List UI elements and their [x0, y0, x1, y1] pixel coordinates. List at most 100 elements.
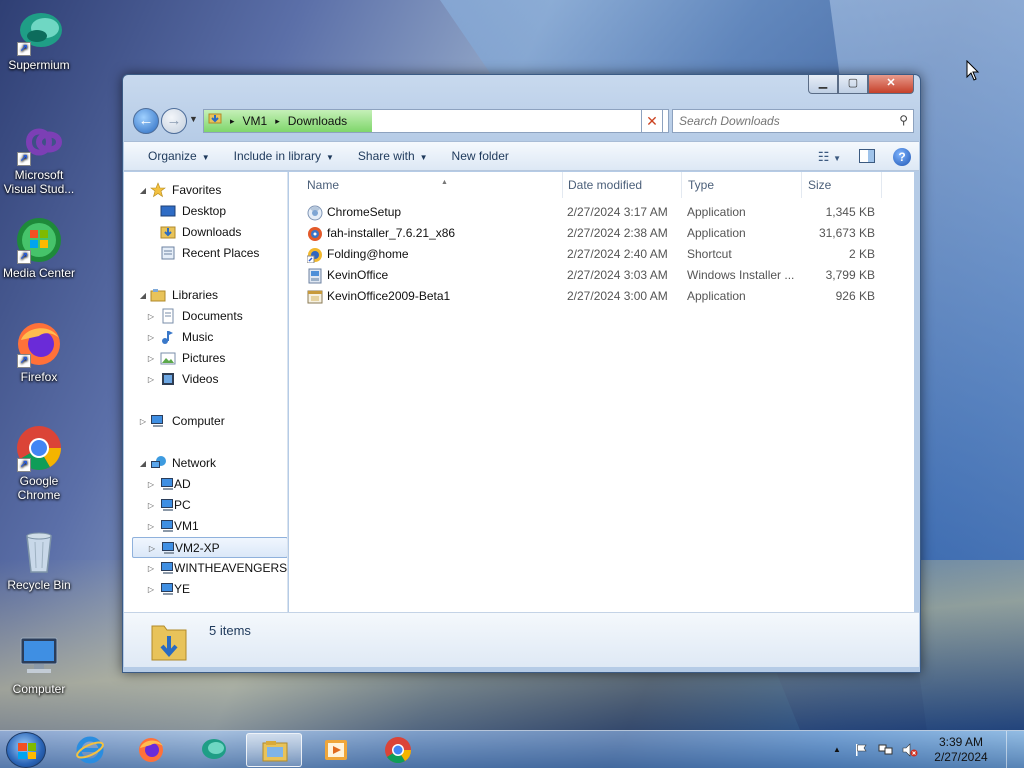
pictures-icon [160, 350, 176, 366]
system-tray: ▲ 3:39 AM 2/27/2024 [830, 731, 1018, 768]
desktop-icon-label: Media Center [2, 266, 76, 280]
taskbar-supermium[interactable] [185, 733, 241, 767]
breadcrumb-downloads[interactable]: Downloads [288, 110, 347, 132]
computer-icon [150, 413, 166, 429]
file-size: 926 KB [835, 289, 875, 303]
close-button[interactable]: ✕ [868, 75, 914, 94]
desktop-icon-computer[interactable]: Computer [1, 632, 77, 696]
file-date: 2/27/2024 3:00 AM [567, 289, 668, 303]
visual-studio-icon: ↗ [15, 118, 63, 166]
nav-network[interactable]: ◢ Network [124, 453, 287, 474]
nav-item-vm2-xp[interactable]: ▷ VM2-XP [132, 537, 287, 558]
chevron-down-icon: ▼ [419, 153, 428, 162]
file-size: 2 KB [848, 247, 875, 261]
maximize-button[interactable]: ▢ [838, 75, 868, 94]
column-header-size[interactable]: Size [802, 172, 882, 198]
preview-pane-icon[interactable] [859, 148, 875, 166]
msi-icon [307, 268, 323, 284]
videos-icon [160, 371, 176, 387]
network-icon [150, 455, 166, 471]
chrome-icon [384, 736, 412, 764]
recent-pages-dropdown[interactable]: ▼ [189, 114, 198, 124]
downloads-folder-icon [160, 224, 176, 240]
desktop-icon-label: Google Chrome [17, 474, 61, 502]
search-box[interactable]: ⚲ [672, 109, 914, 133]
explorer-window[interactable]: ▁ ▢ ✕ ← → ▼ ▸ VM1 ▸ Downloads ▼ ✕ ⚲ O [122, 74, 921, 673]
file-name: KevinOffice [327, 268, 389, 282]
navigation-pane: ◢ Favorites Desktop Downloads Recent Pla… [124, 172, 288, 612]
file-row[interactable]: Folding@home 2/27/2024 2:40 AM Shortcut … [289, 244, 889, 265]
documents-icon [160, 308, 176, 324]
breadcrumb-separator: ▸ [275, 116, 280, 126]
include-in-library-button[interactable]: Include in library ▼ [222, 141, 346, 171]
file-date: 2/27/2024 3:03 AM [567, 268, 668, 282]
nav-item-desktop[interactable]: Desktop [124, 201, 287, 222]
nav-item-pc[interactable]: ▷ PC [124, 495, 287, 516]
taskbar-firefox[interactable] [123, 733, 179, 767]
nav-libraries[interactable]: ◢ Libraries [124, 285, 287, 306]
file-row[interactable]: KevinOffice2009-Beta1 2/27/2024 3:00 AM … [289, 286, 889, 307]
desktop-icon-supermium[interactable]: ↗ Supermium [1, 8, 77, 72]
windows-logo-icon [18, 743, 36, 759]
desktop-icon-firefox[interactable]: ↗ Firefox [1, 320, 77, 384]
desktop-icon-visual-studio[interactable]: ↗ Microsoft Visual Stud... [1, 118, 77, 196]
file-row[interactable]: ChromeSetup 2/27/2024 3:17 AM Applicatio… [289, 202, 889, 223]
desktop-icon-label: Microsoft Visual Stud... [3, 168, 75, 196]
new-folder-button[interactable]: New folder [440, 141, 521, 171]
breadcrumb-separator: ▸ [230, 116, 235, 126]
nav-favorites[interactable]: ◢ Favorites [124, 180, 287, 201]
nav-item-vm1[interactable]: ▷ VM1 [124, 516, 287, 537]
column-header-date[interactable]: Date modified [562, 172, 682, 198]
help-icon[interactable]: ? [893, 148, 911, 166]
column-header-type[interactable]: Type [682, 172, 802, 198]
share-with-button[interactable]: Share with ▼ [346, 141, 440, 171]
nav-item-ad[interactable]: ▷ AD [124, 474, 287, 495]
clock-date: 2/27/2024 [934, 750, 988, 764]
file-list: Name ▲ Date modified Type Size ChromeSetu… [289, 172, 914, 612]
desktop-icon-media-center[interactable]: ↗ Media Center [1, 216, 77, 280]
desktop-icon-chrome[interactable]: ↗ Google Chrome [1, 424, 77, 502]
stop-icon[interactable]: ✕ [641, 109, 663, 133]
action-center-flag-icon[interactable] [854, 743, 868, 757]
taskbar-explorer[interactable] [246, 733, 302, 767]
desktop-icon-recycle-bin[interactable]: Recycle Bin [1, 528, 77, 592]
taskbar-media-player[interactable] [308, 733, 364, 767]
media-player-icon [322, 736, 350, 764]
search-icon[interactable]: ⚲ [899, 113, 908, 127]
minimize-button[interactable]: ▁ [808, 75, 838, 94]
show-hidden-icons-button[interactable]: ▲ [830, 743, 844, 757]
file-type: Application [687, 289, 746, 303]
file-name: Folding@home [327, 247, 409, 261]
taskbar: ▲ 3:39 AM 2/27/2024 [0, 730, 1024, 768]
nav-item-documents[interactable]: ▷ Documents [124, 306, 287, 327]
file-size: 1,345 KB [825, 205, 875, 219]
nav-item-wintheavengers[interactable]: ▷ WINTHEAVENGERS [124, 558, 287, 579]
back-button[interactable]: ← [133, 108, 159, 134]
nav-item-ye[interactable]: ▷ YE [124, 579, 287, 600]
organize-button[interactable]: Organize ▼ [124, 141, 222, 171]
nav-item-downloads[interactable]: Downloads [124, 222, 287, 243]
nav-item-pictures[interactable]: ▷ Pictures [124, 348, 287, 369]
network-status-icon[interactable] [878, 743, 893, 757]
app-icon [307, 289, 323, 305]
file-row[interactable]: fah-installer_7.6.21_x86 2/27/2024 2:38 … [289, 223, 889, 244]
nav-item-recent-places[interactable]: Recent Places [124, 243, 287, 264]
nav-computer[interactable]: ▷ Computer [124, 411, 287, 432]
search-input[interactable] [673, 110, 883, 132]
volume-muted-icon[interactable] [902, 743, 918, 757]
taskbar-internet-explorer[interactable] [62, 733, 118, 767]
views-icon[interactable]: ☷ ▼ [818, 149, 841, 165]
file-date: 2/27/2024 2:38 AM [567, 226, 668, 240]
clock[interactable]: 3:39 AM 2/27/2024 [926, 735, 996, 765]
forward-button[interactable]: → [161, 108, 187, 134]
address-bar[interactable]: ▸ VM1 ▸ Downloads ▼ [203, 109, 669, 133]
chrome-setup-icon [307, 205, 323, 221]
file-row[interactable]: KevinOffice 2/27/2024 3:03 AM Windows In… [289, 265, 889, 286]
taskbar-chrome[interactable] [370, 733, 426, 767]
show-desktop-button[interactable] [1006, 731, 1018, 768]
column-header-name[interactable]: Name ▲ [301, 172, 563, 198]
nav-item-videos[interactable]: ▷ Videos [124, 369, 287, 390]
start-button[interactable] [6, 732, 46, 768]
breadcrumb-vm1[interactable]: VM1 [243, 110, 268, 132]
nav-item-music[interactable]: ▷ Music [124, 327, 287, 348]
